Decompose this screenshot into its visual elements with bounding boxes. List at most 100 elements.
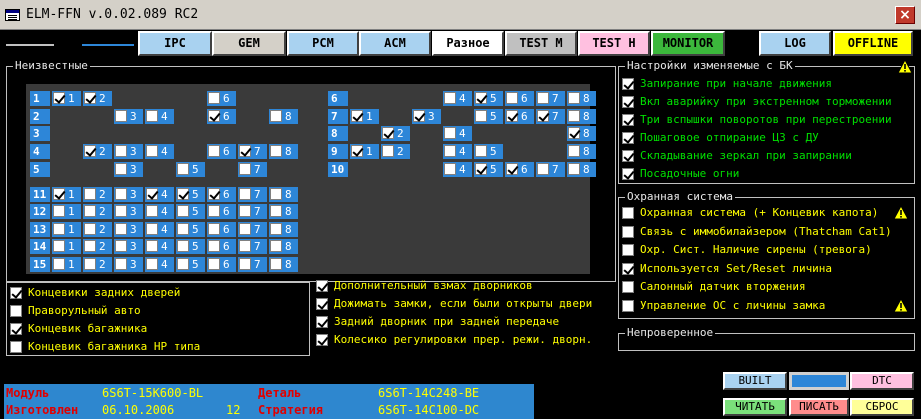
bit-checkbox[interactable]	[84, 258, 96, 270]
bit-checkbox[interactable]	[84, 145, 96, 157]
bit-checkbox[interactable]	[208, 240, 220, 252]
bit-checkbox[interactable]	[146, 188, 158, 200]
bit-checkbox[interactable]	[568, 127, 580, 139]
bit-checkbox[interactable]	[239, 258, 251, 270]
option-checkbox[interactable]	[622, 114, 634, 126]
bit-checkbox[interactable]	[270, 110, 282, 122]
bit-checkbox[interactable]	[115, 205, 127, 217]
bit-checkbox[interactable]	[208, 110, 220, 122]
tab-test-h[interactable]: TEST H	[578, 31, 650, 56]
option-checkbox[interactable]	[622, 207, 634, 219]
tab-misc[interactable]: Разное	[432, 31, 504, 56]
bit-checkbox[interactable]	[115, 240, 127, 252]
option-checkbox[interactable]	[622, 300, 634, 312]
bit-checkbox[interactable]	[177, 240, 189, 252]
dtc-button[interactable]: DTC	[850, 372, 914, 390]
bit-checkbox[interactable]	[53, 92, 65, 104]
option-checkbox[interactable]	[622, 225, 634, 238]
option-checkbox[interactable]	[622, 150, 634, 162]
bit-checkbox[interactable]	[208, 188, 220, 200]
bit-checkbox[interactable]	[177, 205, 189, 217]
bit-checkbox[interactable]	[177, 223, 189, 235]
bit-checkbox[interactable]	[53, 240, 65, 252]
bit-checkbox[interactable]	[84, 92, 96, 104]
bit-checkbox[interactable]	[115, 223, 127, 235]
bit-checkbox[interactable]	[146, 223, 158, 235]
tab-monitor[interactable]: MONITOR	[651, 31, 725, 56]
bit-checkbox[interactable]	[115, 163, 127, 175]
bit-checkbox[interactable]	[537, 92, 549, 104]
bit-checkbox[interactable]	[84, 240, 96, 252]
close-button[interactable]: ×	[895, 6, 915, 24]
bit-checkbox[interactable]	[351, 145, 363, 157]
bit-checkbox[interactable]	[239, 240, 251, 252]
option-checkbox[interactable]	[10, 341, 22, 353]
bit-checkbox[interactable]	[177, 188, 189, 200]
option-checkbox[interactable]	[622, 78, 634, 90]
option-checkbox[interactable]	[622, 132, 634, 144]
tab-gem[interactable]: GEM	[212, 31, 286, 56]
bit-checkbox[interactable]	[53, 205, 65, 217]
bit-checkbox[interactable]	[270, 240, 282, 252]
bit-checkbox[interactable]	[475, 163, 487, 175]
bit-checkbox[interactable]	[568, 163, 580, 175]
bit-checkbox[interactable]	[146, 145, 158, 157]
tab-pcm[interactable]: PCM	[287, 31, 359, 56]
bit-checkbox[interactable]	[53, 223, 65, 235]
bit-checkbox[interactable]	[239, 223, 251, 235]
bit-checkbox[interactable]	[146, 240, 158, 252]
bit-checkbox[interactable]	[475, 110, 487, 122]
bit-checkbox[interactable]	[506, 92, 518, 104]
bit-checkbox[interactable]	[84, 223, 96, 235]
read-button[interactable]: ЧИТАТЬ	[723, 398, 787, 416]
option-checkbox[interactable]	[10, 305, 22, 317]
bit-checkbox[interactable]	[270, 223, 282, 235]
bit-checkbox[interactable]	[537, 110, 549, 122]
bit-checkbox[interactable]	[208, 223, 220, 235]
option-checkbox[interactable]	[622, 244, 634, 257]
bit-checkbox[interactable]	[351, 110, 363, 122]
bit-checkbox[interactable]	[270, 205, 282, 217]
option-checkbox[interactable]	[10, 287, 22, 299]
bit-checkbox[interactable]	[115, 110, 127, 122]
bit-checkbox[interactable]	[208, 258, 220, 270]
bit-checkbox[interactable]	[239, 188, 251, 200]
built-button[interactable]: BUILT	[723, 372, 787, 390]
reset-button[interactable]: СБРОС	[850, 398, 914, 416]
option-checkbox[interactable]	[316, 334, 328, 346]
bit-checkbox[interactable]	[444, 145, 456, 157]
bit-checkbox[interactable]	[506, 163, 518, 175]
tab-ipc[interactable]: IPC	[138, 31, 212, 56]
bit-checkbox[interactable]	[115, 258, 127, 270]
bit-checkbox[interactable]	[239, 205, 251, 217]
bit-checkbox[interactable]	[115, 145, 127, 157]
bit-checkbox[interactable]	[53, 258, 65, 270]
bit-checkbox[interactable]	[270, 145, 282, 157]
bit-checkbox[interactable]	[444, 92, 456, 104]
bit-checkbox[interactable]	[444, 127, 456, 139]
bit-checkbox[interactable]	[177, 163, 189, 175]
tab-offline[interactable]: OFFLINE	[833, 31, 913, 56]
bit-checkbox[interactable]	[115, 188, 127, 200]
bit-checkbox[interactable]	[270, 188, 282, 200]
bit-checkbox[interactable]	[239, 145, 251, 157]
bit-checkbox[interactable]	[146, 110, 158, 122]
blank-button[interactable]	[789, 372, 849, 390]
bit-checkbox[interactable]	[537, 163, 549, 175]
bit-checkbox[interactable]	[506, 110, 518, 122]
option-checkbox[interactable]	[622, 281, 634, 294]
bit-checkbox[interactable]	[208, 205, 220, 217]
option-checkbox[interactable]	[622, 262, 634, 275]
option-checkbox[interactable]	[316, 280, 328, 292]
option-checkbox[interactable]	[622, 96, 634, 108]
bit-checkbox[interactable]	[270, 258, 282, 270]
tab-acm[interactable]: ACM	[359, 31, 431, 56]
bit-checkbox[interactable]	[568, 110, 580, 122]
option-checkbox[interactable]	[10, 323, 22, 335]
option-checkbox[interactable]	[316, 298, 328, 310]
bit-checkbox[interactable]	[382, 145, 394, 157]
bit-checkbox[interactable]	[146, 258, 158, 270]
option-checkbox[interactable]	[316, 316, 328, 328]
write-button[interactable]: ПИСАТЬ	[789, 398, 849, 416]
bit-checkbox[interactable]	[568, 92, 580, 104]
